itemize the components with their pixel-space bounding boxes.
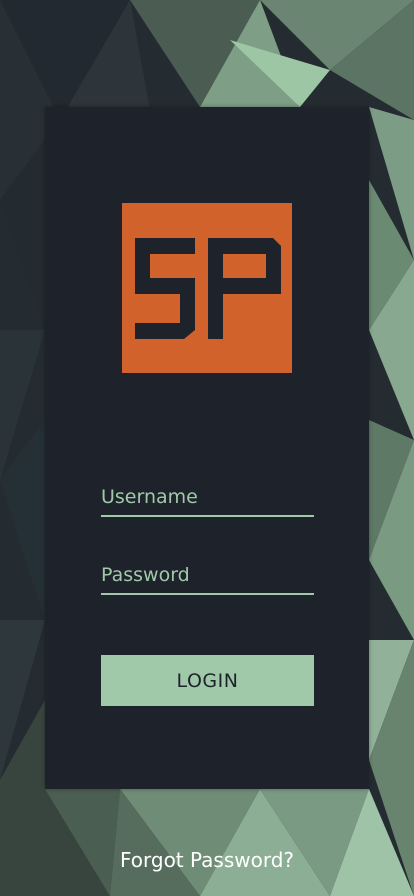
login-panel: LOGIN (45, 107, 369, 789)
password-field[interactable] (101, 557, 314, 595)
sp-logo (122, 203, 292, 373)
username-field[interactable] (101, 479, 314, 517)
forgot-password-link[interactable]: Forgot Password? (0, 848, 414, 872)
sp-logo-icon (135, 238, 281, 339)
login-button[interactable]: LOGIN (101, 655, 314, 706)
